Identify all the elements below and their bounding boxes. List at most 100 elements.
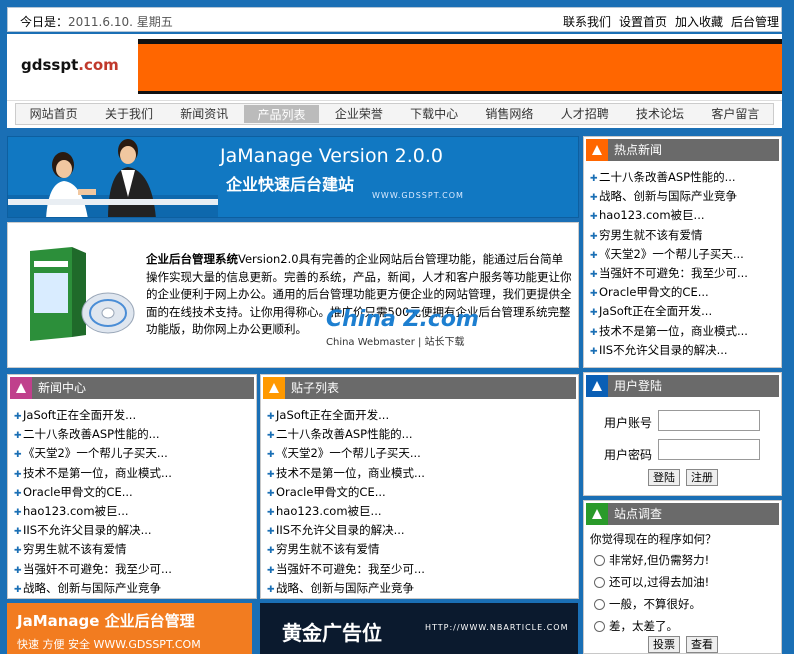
- banner-title: JaManage Version 2.0.0: [220, 145, 444, 167]
- ad2-title: 黄金广告位: [282, 621, 382, 645]
- vote-button[interactable]: 投票: [648, 636, 680, 653]
- login-header: 用户登陆: [586, 375, 779, 397]
- top-bar: 今日是：2011.6.10. 星期五 联系我们 设置首页 加入收藏 后台管理: [7, 7, 782, 32]
- survey-option-3[interactable]: 一般，不算很好。: [594, 596, 701, 612]
- list-item[interactable]: ✚hao123.com被巨...: [590, 206, 777, 225]
- list-item[interactable]: ✚穷男生就不该有爱情: [590, 226, 777, 245]
- list-item[interactable]: ✚hao123.com被巨...: [267, 502, 574, 521]
- password-input[interactable]: [658, 439, 760, 460]
- main-nav: 网站首页 关于我们 新闻资讯 产品列表 企业荣誉 下载中心 销售网络 人才招聘 …: [7, 100, 782, 128]
- list-item[interactable]: ✚IIS不允许父目录的解决...: [14, 521, 252, 540]
- hot-news-title: 热点新闻: [614, 143, 663, 157]
- nav-home[interactable]: 网站首页: [16, 104, 91, 124]
- nav-forum[interactable]: 技术论坛: [622, 104, 697, 124]
- list-item[interactable]: ✚JaSoft正在全面开发...: [590, 302, 777, 321]
- survey-question: 你觉得现在的程序如何？: [590, 532, 717, 546]
- logo-main: gdsspt: [21, 56, 79, 74]
- date-display: 今日是：2011.6.10. 星期五: [20, 13, 173, 30]
- link-admin[interactable]: 后台管理: [731, 13, 779, 30]
- list-item[interactable]: ✚技术不是第一位，商业模式...: [267, 464, 574, 483]
- list-item[interactable]: ✚《天堂2》一个帮儿子买天...: [267, 444, 574, 463]
- list-item[interactable]: ✚战略、创新与国际产业竞争: [267, 579, 574, 598]
- news-center-icon: [10, 377, 32, 399]
- hot-news-icon: [586, 139, 608, 161]
- survey-option-2[interactable]: 还可以,过得去加油!: [594, 574, 709, 590]
- nav-about[interactable]: 关于我们: [91, 104, 166, 124]
- site-logo[interactable]: gdsspt.com: [21, 56, 119, 74]
- person-illustration: [8, 139, 218, 217]
- ad-banner-gold[interactable]: 黄金广告位 HTTP://WWW.NBARTICLE.COM: [260, 603, 578, 654]
- account-label: 用户账号: [604, 416, 653, 430]
- account-input[interactable]: [658, 410, 760, 431]
- header: gdsspt.com: [7, 34, 782, 100]
- list-item[interactable]: ✚二十八条改善ASP性能的...: [267, 425, 574, 444]
- survey-option-4[interactable]: 差，太差了。: [594, 618, 678, 634]
- survey-header: 站点调查: [586, 503, 779, 525]
- link-favorite[interactable]: 加入收藏: [675, 13, 723, 30]
- ad2-url: HTTP://WWW.NBARTICLE.COM: [425, 623, 569, 632]
- nav-sales[interactable]: 销售网络: [472, 104, 547, 124]
- login-button[interactable]: 登陆: [648, 469, 680, 486]
- list-item[interactable]: ✚穷男生就不该有爱情: [267, 540, 574, 559]
- link-set-home[interactable]: 设置首页: [619, 13, 667, 30]
- software-box-icon: [30, 247, 135, 341]
- nav-guestbook[interactable]: 客户留言: [698, 104, 773, 124]
- news-center-title: 新闻中心: [38, 381, 87, 395]
- list-item[interactable]: ✚当强奸不可避免：我至少可...: [267, 560, 574, 579]
- list-item[interactable]: ✚《天堂2》一个帮儿子买天...: [590, 245, 777, 264]
- ad-banner-jamanage[interactable]: JaManage 企业后台管理 快速 方便 安全 WWW.GDSSPT.COM: [7, 603, 252, 654]
- list-item[interactable]: ✚技术不是第一位，商业模式...: [14, 464, 252, 483]
- list-item[interactable]: ✚《天堂2》一个帮儿子买天...: [14, 444, 252, 463]
- news-center-list: ✚JaSoft正在全面开发... ✚二十八条改善ASP性能的... ✚《天堂2》…: [14, 406, 252, 598]
- login-title: 用户登陆: [614, 379, 663, 393]
- radio-icon: [594, 555, 605, 566]
- login-panel: 用户登陆 用户账号 用户密码 登陆 注册: [583, 372, 782, 496]
- date-label: 今日是：: [20, 15, 69, 29]
- list-item[interactable]: ✚二十八条改善ASP性能的...: [14, 425, 252, 444]
- news-center-panel: 新闻中心 ✚JaSoft正在全面开发... ✚二十八条改善ASP性能的... ✚…: [7, 374, 257, 599]
- ad1-subtitle: 快速 方便 安全 WWW.GDSSPT.COM: [17, 638, 201, 651]
- post-list-header: 贴子列表: [263, 377, 576, 399]
- list-item[interactable]: ✚穷男生就不该有爱情: [14, 540, 252, 559]
- link-contact[interactable]: 联系我们: [563, 13, 611, 30]
- view-results-button[interactable]: 查看: [686, 636, 718, 653]
- radio-icon: [594, 577, 605, 588]
- watermark: China Z.com: [326, 307, 479, 332]
- header-banner-bar: [138, 39, 782, 94]
- survey-option-1[interactable]: 非常好,但仍需努力!: [594, 552, 709, 568]
- list-item[interactable]: ✚Oracle甲骨文的CE...: [590, 283, 777, 302]
- list-item[interactable]: ✚hao123.com被巨...: [14, 502, 252, 521]
- nav-news[interactable]: 新闻资讯: [167, 104, 242, 124]
- nav-products[interactable]: 产品列表: [243, 105, 320, 123]
- list-item[interactable]: ✚JaSoft正在全面开发...: [267, 406, 574, 425]
- post-list-panel: 贴子列表 ✚JaSoft正在全面开发... ✚二十八条改善ASP性能的... ✚…: [260, 374, 579, 599]
- list-item[interactable]: ✚技术不是第一位，商业模式...: [590, 322, 777, 341]
- nav-downloads[interactable]: 下载中心: [396, 104, 471, 124]
- list-item[interactable]: ✚当强奸不可避免：我至少可...: [14, 560, 252, 579]
- password-label: 用户密码: [604, 448, 653, 462]
- banner-subtitle: 企业快速后台建站: [226, 175, 355, 194]
- hot-news-header: 热点新闻: [586, 139, 779, 161]
- radio-icon: [594, 621, 605, 632]
- list-item[interactable]: ✚二十八条改善ASP性能的...: [590, 168, 777, 187]
- list-item[interactable]: ✚战略、创新与国际产业竞争: [590, 187, 777, 206]
- post-list-title: 贴子列表: [291, 381, 340, 395]
- banner-url: WWW.GDSSPT.COM: [372, 191, 464, 200]
- hot-news-list: ✚二十八条改善ASP性能的... ✚战略、创新与国际产业竞争 ✚hao123.c…: [590, 168, 777, 360]
- list-item[interactable]: ✚IIS不允许父目录的解决...: [267, 521, 574, 540]
- login-icon: [586, 375, 608, 397]
- list-item[interactable]: ✚战略、创新与国际产业竞争: [14, 579, 252, 598]
- product-intro: 企业后台管理系统Version2.0具有完善的企业网站后台管理功能，能通过后台简…: [7, 222, 579, 368]
- list-item[interactable]: ✚IIS不允许父目录的解决...: [590, 341, 777, 360]
- nav-jobs[interactable]: 人才招聘: [547, 104, 622, 124]
- list-item[interactable]: ✚JaSoft正在全面开发...: [14, 406, 252, 425]
- register-button[interactable]: 注册: [686, 469, 718, 486]
- product-banner[interactable]: JaManage Version 2.0.0 企业快速后台建站 WWW.GDSS…: [7, 136, 579, 218]
- post-list-icon: [263, 377, 285, 399]
- list-item[interactable]: ✚Oracle甲骨文的CE...: [267, 483, 574, 502]
- news-center-header: 新闻中心: [10, 377, 254, 399]
- list-item[interactable]: ✚Oracle甲骨文的CE...: [14, 483, 252, 502]
- nav-honors[interactable]: 企业荣誉: [321, 104, 396, 124]
- list-item[interactable]: ✚当强奸不可避免：我至少可...: [590, 264, 777, 283]
- product-name: 企业后台管理系统: [146, 252, 238, 266]
